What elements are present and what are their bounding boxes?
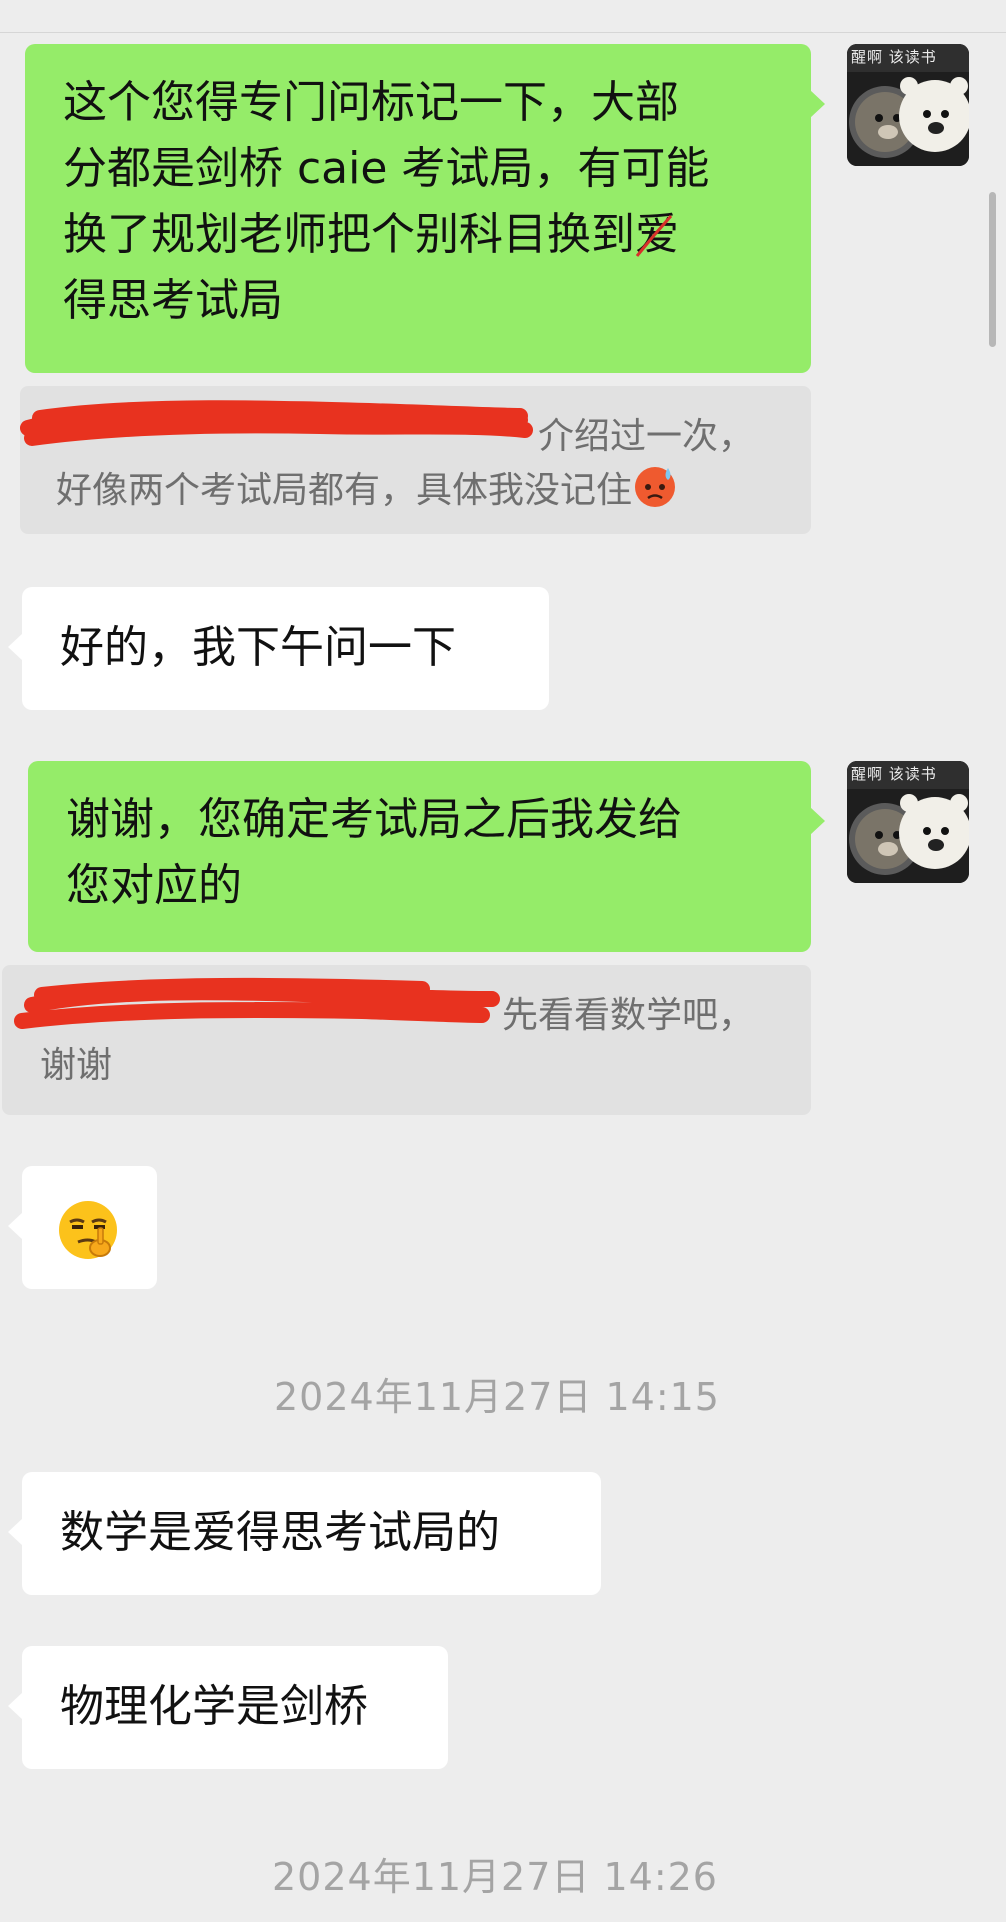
redaction-scribble (20, 400, 533, 446)
message-line: 分都是剑桥 caie 考试局，有可能 (63, 143, 710, 194)
outgoing-message-bubble[interactable]: 这个您得专门问标记一下，大部 分都是剑桥 caie 考试局，有可能 换了规划老师… (25, 44, 825, 373)
user-avatar[interactable]: 醒啊 该读书 (847, 44, 969, 166)
scrollbar[interactable] (989, 192, 996, 347)
top-divider (0, 0, 1006, 33)
smirk-shush-face-icon (56, 1198, 120, 1281)
message-line: 谢谢，您确定考试局之后我发给 (66, 794, 682, 845)
strikethrough-character: 爱 (635, 209, 679, 260)
message-text: 数学是爱得思考试局的 (60, 1507, 500, 1558)
timestamp: 2024年11月27日 14:15 (273, 1375, 720, 1419)
timestamp: 2024年11月27日 14:26 (271, 1855, 718, 1899)
message-line: 您对应的 (66, 860, 242, 911)
anxious-sweat-face-icon (632, 462, 678, 522)
outgoing-message-bubble[interactable]: 谢谢，您确定考试局之后我发给 您对应的 (28, 761, 825, 952)
incoming-message-bubble[interactable] (8, 1166, 157, 1289)
redaction-scribble (14, 977, 500, 1029)
user-avatar[interactable]: 醒啊 该读书 (847, 761, 969, 883)
message-line: 换了规划老师把个别科目换到爱 (63, 202, 781, 268)
message-text: 好的，我下午问一下 (60, 622, 456, 673)
message-line: 这个您得专门问标记一下，大部 (63, 77, 679, 128)
avatar-caption: 醒啊 该读书 (851, 765, 937, 783)
incoming-message-bubble[interactable]: 好的，我下午问一下 (8, 587, 549, 710)
message-text: 物理化学是剑桥 (60, 1681, 368, 1732)
incoming-message-bubble[interactable]: 物理化学是剑桥 (8, 1646, 448, 1769)
incoming-message-bubble[interactable]: 数学是爱得思考试局的 (8, 1472, 601, 1595)
avatar-caption: 醒啊 该读书 (851, 48, 937, 66)
quote-line: 好像两个考试局都有，具体我没记住 (56, 462, 781, 522)
message-line: 得思考试局 (63, 275, 283, 326)
quoted-reply[interactable]: 介绍过一次， 好像两个考试局都有，具体我没记住 (20, 386, 811, 534)
quoted-reply[interactable]: 先看看数学吧， 谢谢 (2, 965, 811, 1115)
